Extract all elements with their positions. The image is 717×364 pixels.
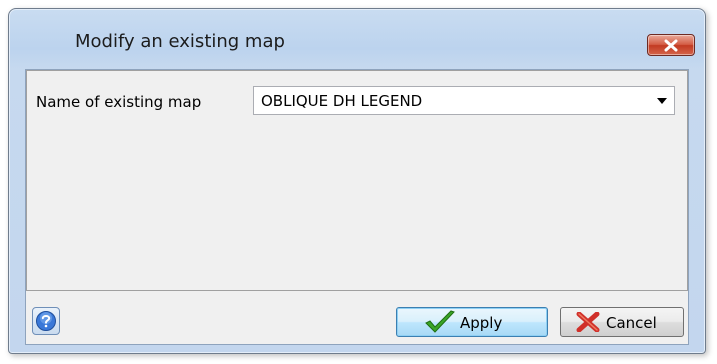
help-button[interactable] [32, 307, 60, 335]
cancel-button[interactable]: Cancel [560, 307, 684, 337]
dropdown-arrow-button[interactable] [650, 87, 674, 114]
dialog-body: Name of existing map OBLIQUE DH LEGEND A… [25, 69, 689, 345]
x-mark-icon [576, 312, 600, 332]
close-icon [664, 39, 678, 52]
apply-button[interactable]: Apply [396, 307, 548, 337]
help-icon [36, 311, 56, 331]
button-bar: Apply Cancel [26, 291, 688, 344]
window-title: Modify an existing map [75, 31, 285, 52]
apply-label: Apply [460, 314, 503, 332]
map-name-dropdown[interactable]: OBLIQUE DH LEGEND [253, 86, 675, 115]
chevron-down-icon [657, 98, 667, 104]
close-button[interactable] [647, 34, 695, 56]
map-name-value: OBLIQUE DH LEGEND [261, 92, 423, 110]
checkmark-icon [425, 310, 455, 333]
cancel-label: Cancel [606, 314, 657, 332]
dialog-window: Modify an existing map Name of existing … [8, 8, 706, 354]
map-name-label: Name of existing map [36, 93, 202, 111]
title-bar[interactable]: Modify an existing map [9, 9, 705, 67]
content-panel: Name of existing map OBLIQUE DH LEGEND [26, 70, 688, 291]
